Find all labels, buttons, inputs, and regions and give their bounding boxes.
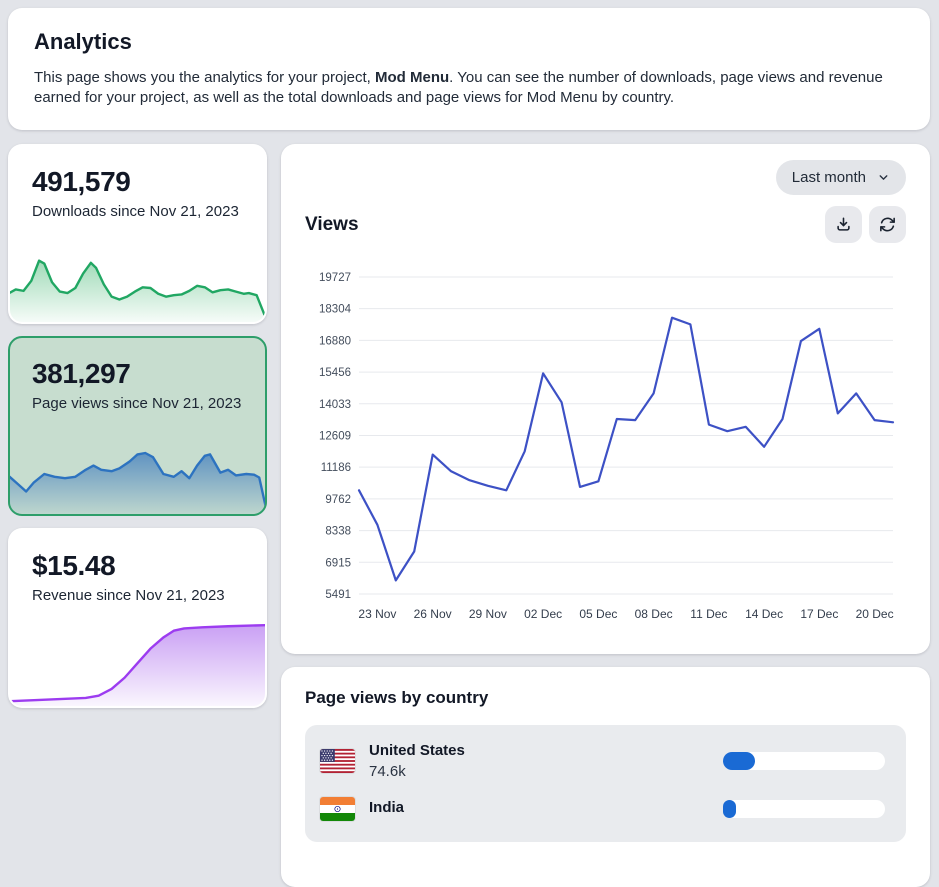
stat-card-downloads[interactable]: 491,579 Downloads since Nov 21, 2023	[8, 144, 267, 324]
country-name: India	[369, 799, 404, 816]
country-progress-fill	[723, 800, 736, 818]
range-selector-row: Last month	[305, 160, 906, 195]
revenue-sparkline-chart	[8, 596, 267, 708]
main-content: 491,579 Downloads since Nov 21, 2023 381…	[8, 144, 930, 887]
project-name: Mod Menu	[375, 69, 449, 86]
y-axis-tick: 14033	[319, 399, 351, 411]
country-progress-track	[723, 752, 885, 770]
country-row-united-states: United States 74.6k	[320, 734, 891, 789]
x-axis-tick: 02 Dec	[524, 607, 562, 621]
y-axis-tick: 19727	[319, 272, 351, 284]
revenue-value: $15.48	[32, 550, 243, 582]
country-list: United States 74.6k	[305, 725, 906, 842]
views-line-series	[359, 318, 893, 581]
page-title: Analytics	[34, 29, 904, 55]
x-axis-tick: 17 Dec	[800, 607, 838, 621]
y-axis-tick: 11186	[321, 462, 351, 474]
country-panel-title: Page views by country	[305, 688, 906, 708]
country-panel: Page views by country	[281, 667, 930, 887]
downloads-label: Downloads since Nov 21, 2023	[32, 202, 243, 221]
refresh-icon	[878, 215, 897, 234]
x-axis-tick: 20 Dec	[856, 607, 894, 621]
downloads-sparkline-chart	[8, 252, 267, 324]
charts-column: Last month Views	[281, 144, 930, 887]
views-title-row: Views	[305, 206, 906, 243]
chart-actions	[825, 206, 906, 243]
x-axis-tick: 14 Dec	[745, 607, 783, 621]
views-line-chart: 5491 6915 8338 9762 11186 12609 14033 15456 1688…	[305, 243, 906, 628]
y-axis-tick: 18304	[319, 304, 352, 316]
stat-card-revenue[interactable]: $15.48 Revenue since Nov 21, 2023	[8, 528, 267, 708]
analytics-header-card: Analytics This page shows you the analyt…	[8, 8, 930, 130]
download-icon	[834, 215, 853, 234]
date-range-dropdown[interactable]: Last month	[776, 160, 906, 195]
sparkline-area	[8, 625, 267, 708]
download-chart-button[interactable]	[825, 206, 862, 243]
pageviews-label: Page views since Nov 21, 2023	[32, 394, 243, 413]
y-axis-tick: 16880	[319, 335, 351, 347]
y-axis-tick: 6915	[325, 557, 351, 569]
sparkline-area	[8, 453, 267, 516]
pageviews-value: 381,297	[32, 358, 243, 390]
x-axis-tick: 05 Dec	[579, 607, 617, 621]
pageviews-sparkline-chart	[8, 446, 267, 516]
views-chart-title: Views	[305, 214, 359, 236]
description-pre: This page shows you the analytics for yo…	[34, 69, 375, 86]
x-axis-tick: 08 Dec	[635, 607, 673, 621]
country-row-india: India	[320, 789, 891, 830]
country-info: India	[369, 799, 404, 820]
country-progress-track	[723, 800, 885, 818]
country-name: United States	[369, 742, 465, 759]
x-axis-tick: 29 Nov	[469, 607, 507, 621]
stat-card-pageviews[interactable]: 381,297 Page views since Nov 21, 2023	[8, 336, 267, 516]
country-progress-fill	[723, 752, 755, 770]
page-description: This page shows you the analytics for yo…	[34, 68, 904, 108]
y-axis-tick: 9762	[325, 494, 351, 506]
x-axis-tick: 11 Dec	[690, 607, 727, 621]
us-flag-icon	[320, 749, 355, 773]
downloads-value: 491,579	[32, 166, 243, 198]
india-flag-icon	[320, 797, 355, 821]
y-axis-tick: 5491	[325, 589, 351, 601]
x-axis-tick: 23 Nov	[358, 607, 396, 621]
y-axis-tick: 15456	[319, 367, 351, 379]
y-axis-tick: 8338	[325, 526, 351, 538]
x-axis-tick: 26 Nov	[414, 607, 452, 621]
stat-column: 491,579 Downloads since Nov 21, 2023 381…	[8, 144, 267, 708]
date-range-label: Last month	[792, 169, 866, 186]
y-axis-tick: 12609	[319, 431, 351, 443]
views-panel: Last month Views	[281, 144, 930, 654]
chevron-down-icon	[877, 171, 890, 184]
country-pageviews-value: 74.6k	[369, 763, 465, 780]
country-info: United States 74.6k	[369, 742, 465, 780]
refresh-chart-button[interactable]	[869, 206, 906, 243]
